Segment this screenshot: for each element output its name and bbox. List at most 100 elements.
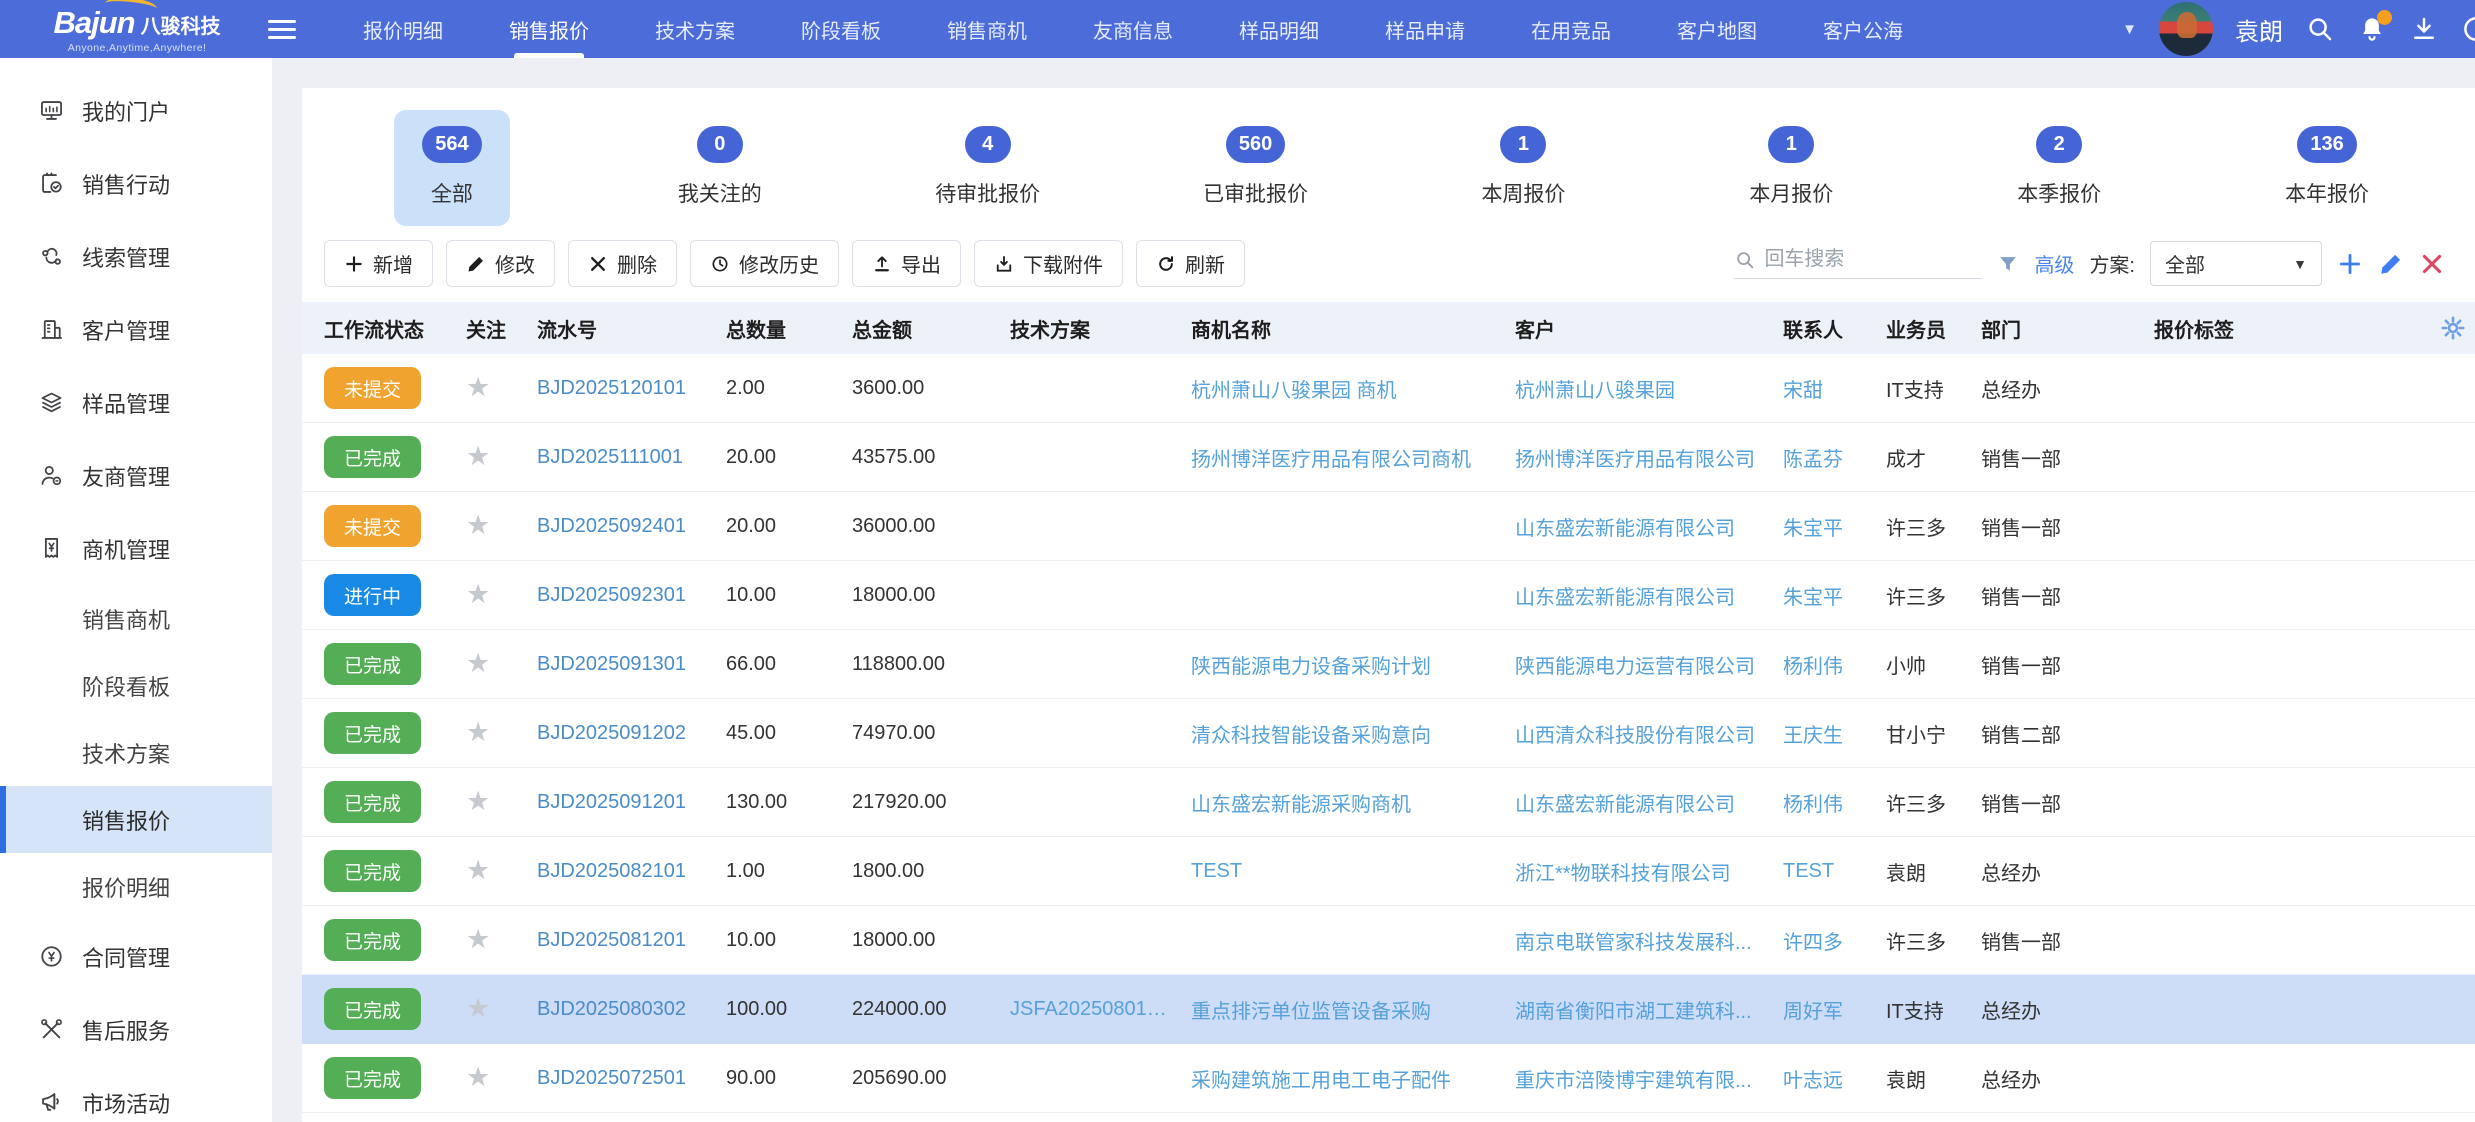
star-icon[interactable]: ★: [466, 510, 490, 540]
contact-link[interactable]: 杨利伟: [1783, 650, 1886, 679]
stat-tab-box[interactable]: 0我关注的: [650, 110, 790, 226]
table-row[interactable]: 已完成★BJD2025080302100.00224000.00JSFA2025…: [302, 975, 2475, 1044]
customer-link[interactable]: 扬州博洋医疗用品有限公司: [1515, 443, 1783, 472]
opportunity-link[interactable]: 杭州萧山八骏果园 商机: [1191, 374, 1515, 403]
customer-link[interactable]: 浙江**物联科技有限公司: [1515, 857, 1783, 886]
sidebar-item-样品管理[interactable]: 样品管理: [0, 366, 272, 439]
add-scheme-icon[interactable]: [2337, 251, 2363, 277]
column-header-tech[interactable]: 技术方案: [1010, 314, 1191, 343]
修改-button[interactable]: 修改: [446, 240, 555, 287]
serial-link[interactable]: BJD2025091202: [537, 722, 726, 745]
sidebar-item-销售行动[interactable]: 销售行动: [0, 147, 272, 220]
sidebar-subitem-销售商机[interactable]: 销售商机: [0, 585, 272, 652]
contact-link[interactable]: 杨利伟: [1783, 788, 1886, 817]
clear-scheme-icon[interactable]: [2419, 251, 2445, 277]
serial-link[interactable]: BJD2025080302: [537, 998, 726, 1021]
column-header-dept[interactable]: 部门: [1981, 314, 2154, 343]
sidebar-item-我的门户[interactable]: 我的门户: [0, 74, 272, 147]
table-row[interactable]: 进行中★BJD202509230110.0018000.00山东盛宏新能源有限公…: [302, 561, 2475, 630]
brand-logo[interactable]: Bajun 八骏科技 Anyone,Anytime,Anywhere!: [0, 5, 258, 54]
修改历史-button[interactable]: 修改历史: [690, 240, 839, 287]
nav-item-客户地图[interactable]: 客户地图: [1644, 0, 1790, 58]
star-icon[interactable]: ★: [466, 648, 490, 678]
opportunity-link[interactable]: 山东盛宏新能源采购商机: [1191, 788, 1515, 817]
column-header-star[interactable]: 关注: [466, 314, 537, 343]
sidebar-item-市场活动[interactable]: 市场活动: [0, 1066, 272, 1122]
contact-link[interactable]: 宋甜: [1783, 374, 1886, 403]
edit-scheme-icon[interactable]: [2378, 251, 2404, 277]
opportunity-link[interactable]: 采购建筑施工用电工电子配件: [1191, 1064, 1515, 1093]
opportunity-link[interactable]: 扬州博洋医疗用品有限公司商机: [1191, 443, 1515, 472]
scheme-select[interactable]: 全部 ▼: [2150, 241, 2322, 286]
opportunity-link[interactable]: 清众科技智能设备采购意向: [1191, 719, 1515, 748]
sidebar-item-商机管理[interactable]: 商机管理: [0, 512, 272, 585]
star-icon[interactable]: ★: [466, 855, 490, 885]
sidebar-item-合同管理[interactable]: 合同管理: [0, 920, 272, 993]
help-circle-icon[interactable]: [2461, 14, 2475, 44]
table-row[interactable]: 已完成★BJD2025091201130.00217920.00山东盛宏新能源采…: [302, 768, 2475, 837]
star-icon[interactable]: ★: [466, 579, 490, 609]
serial-link[interactable]: BJD2025091201: [537, 791, 726, 814]
table-row[interactable]: 已完成★BJD20250821011.001800.00TEST浙江**物联科技…: [302, 837, 2475, 906]
新增-button[interactable]: 新增: [324, 240, 433, 287]
sidebar-subitem-销售报价[interactable]: 销售报价: [0, 786, 272, 853]
serial-link[interactable]: BJD2025091301: [537, 653, 726, 676]
contact-link[interactable]: 叶志远: [1783, 1064, 1886, 1093]
column-header-opportunity[interactable]: 商机名称: [1191, 314, 1515, 343]
nav-item-样品申请[interactable]: 样品申请: [1352, 0, 1498, 58]
contact-link[interactable]: 许四多: [1783, 926, 1886, 955]
column-header-tag[interactable]: 报价标签: [2154, 314, 2475, 343]
stat-tab-box[interactable]: 1本周报价: [1453, 110, 1593, 226]
table-row[interactable]: 已完成★BJD202509130166.00118800.00陕西能源电力设备采…: [302, 630, 2475, 699]
sidebar-subitem-报价明细[interactable]: 报价明细: [0, 853, 272, 920]
contact-link[interactable]: 朱宝平: [1783, 512, 1886, 541]
filter-funnel-icon[interactable]: [1997, 253, 2019, 275]
column-header-status[interactable]: 工作流状态: [324, 314, 466, 343]
customer-link[interactable]: 杭州萧山八骏果园: [1515, 374, 1783, 403]
sidebar-item-售后服务[interactable]: 售后服务: [0, 993, 272, 1066]
download-center-icon[interactable]: [2409, 14, 2439, 44]
advanced-search-link[interactable]: 高级: [2034, 249, 2074, 278]
下载附件-button[interactable]: 下载附件: [974, 240, 1123, 287]
sidebar-item-线索管理[interactable]: 线索管理: [0, 220, 272, 293]
table-row[interactable]: 未提交★BJD20251201012.003600.00杭州萧山八骏果园 商机杭…: [302, 354, 2475, 423]
table-row[interactable]: 已完成★BJD202508120110.0018000.00南京电联管家科技发展…: [302, 906, 2475, 975]
serial-link[interactable]: BJD2025120101: [537, 377, 726, 400]
user-name[interactable]: 袁朗: [2235, 12, 2283, 47]
sidebar-item-友商管理[interactable]: 友商管理: [0, 439, 272, 512]
contact-link[interactable]: 陈孟芬: [1783, 443, 1886, 472]
serial-link[interactable]: BJD2025092401: [537, 515, 726, 538]
star-icon[interactable]: ★: [466, 717, 490, 747]
star-icon[interactable]: ★: [466, 786, 490, 816]
nav-item-技术方案[interactable]: 技术方案: [622, 0, 768, 58]
nav-item-报价明细[interactable]: 报价明细: [330, 0, 476, 58]
customer-link[interactable]: 湖南省衡阳市湖工建筑科...: [1515, 995, 1783, 1024]
column-header-qty[interactable]: 总数量: [726, 314, 852, 343]
serial-link[interactable]: BJD2025081201: [537, 929, 726, 952]
serial-link[interactable]: BJD2025111001: [537, 446, 726, 469]
sidebar-subitem-阶段看板[interactable]: 阶段看板: [0, 652, 272, 719]
table-row[interactable]: 已完成★BJD202511100120.0043575.00扬州博洋医疗用品有限…: [302, 423, 2475, 492]
stat-tab-box[interactable]: 136本年报价: [2257, 110, 2397, 226]
contact-link[interactable]: TEST: [1783, 860, 1886, 883]
导出-button[interactable]: 导出: [852, 240, 961, 287]
column-header-customer[interactable]: 客户: [1515, 314, 1783, 343]
star-icon[interactable]: ★: [466, 924, 490, 954]
stat-tab-box[interactable]: 4待审批报价: [907, 110, 1068, 226]
nav-item-样品明细[interactable]: 样品明细: [1206, 0, 1352, 58]
customer-link[interactable]: 山西清众科技股份有限公司: [1515, 719, 1783, 748]
stat-tab-box[interactable]: 2本季报价: [1989, 110, 2129, 226]
nav-item-客户公海[interactable]: 客户公海: [1790, 0, 1936, 58]
notifications-bell-icon[interactable]: [2357, 14, 2387, 44]
opportunity-link[interactable]: TEST: [1191, 860, 1515, 883]
table-row[interactable]: 已完成★BJD202509120245.0074970.00清众科技智能设备采购…: [302, 699, 2475, 768]
serial-link[interactable]: BJD2025082101: [537, 860, 726, 883]
global-search-icon[interactable]: [2305, 14, 2335, 44]
stat-tab-box[interactable]: 560已审批报价: [1175, 110, 1336, 226]
customer-link[interactable]: 重庆市涪陵博宇建筑有限...: [1515, 1064, 1783, 1093]
customer-link[interactable]: 陕西能源电力运营有限公司: [1515, 650, 1783, 679]
stat-tab-box[interactable]: 1本月报价: [1721, 110, 1861, 226]
sidebar-subitem-技术方案[interactable]: 技术方案: [0, 719, 272, 786]
nav-item-在用竞品[interactable]: 在用竞品: [1498, 0, 1644, 58]
table-row[interactable]: 已完成★BJD202507250190.00205690.00采购建筑施工用电工…: [302, 1044, 2475, 1113]
